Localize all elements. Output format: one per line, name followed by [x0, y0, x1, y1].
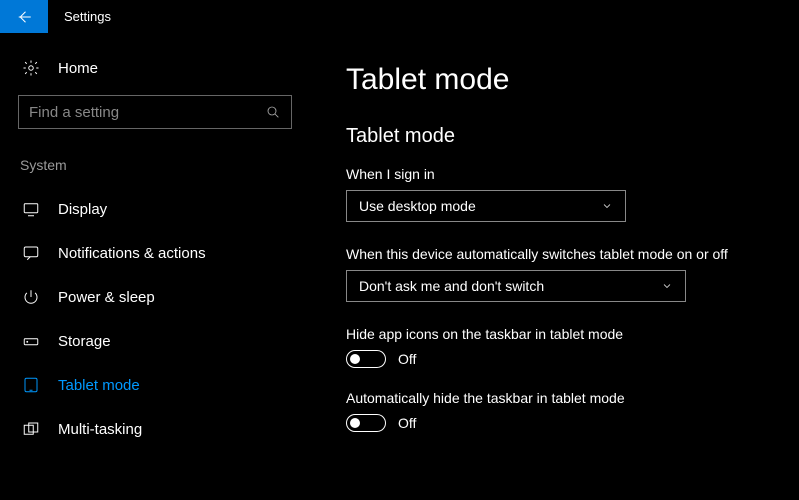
- hide-taskbar-toggle[interactable]: [346, 414, 386, 432]
- sidebar-item-label: Multi-tasking: [58, 421, 142, 438]
- titlebar: Settings: [0, 0, 799, 33]
- arrow-left-icon: [15, 8, 33, 26]
- home-button[interactable]: Home: [18, 53, 292, 95]
- sidebar-item-label: Notifications & actions: [58, 245, 206, 262]
- hide-icons-toggle[interactable]: [346, 350, 386, 368]
- sidebar-item-label: Power & sleep: [58, 289, 155, 306]
- search-icon: [265, 104, 281, 120]
- sidebar-item-power[interactable]: Power & sleep: [18, 275, 292, 319]
- monitor-icon: [22, 200, 40, 218]
- signin-value: Use desktop mode: [359, 198, 476, 214]
- section-label: System: [18, 157, 292, 173]
- hide-taskbar-label: Automatically hide the taskbar in tablet…: [346, 390, 779, 406]
- content-area: Tablet mode Tablet mode When I sign in U…: [310, 33, 799, 500]
- hide-icons-label: Hide app icons on the taskbar in tablet …: [346, 326, 779, 342]
- hide-icons-state: Off: [398, 351, 416, 367]
- multitask-icon: [22, 420, 40, 438]
- window-title: Settings: [48, 0, 111, 33]
- drive-icon: [22, 332, 40, 350]
- back-button[interactable]: [0, 0, 48, 33]
- sidebar-item-multitasking[interactable]: Multi-tasking: [18, 407, 292, 451]
- autoswitch-dropdown[interactable]: Don't ask me and don't switch: [346, 270, 686, 302]
- sidebar-item-notifications[interactable]: Notifications & actions: [18, 231, 292, 275]
- hide-taskbar-state: Off: [398, 415, 416, 431]
- sidebar-item-display[interactable]: Display: [18, 187, 292, 231]
- search-input[interactable]: [29, 104, 265, 121]
- sidebar-item-storage[interactable]: Storage: [18, 319, 292, 363]
- search-box[interactable]: [18, 95, 292, 129]
- autoswitch-value: Don't ask me and don't switch: [359, 278, 544, 294]
- sidebar-item-label: Tablet mode: [58, 377, 140, 394]
- power-icon: [22, 288, 40, 306]
- home-label: Home: [58, 60, 98, 77]
- sidebar-item-label: Display: [58, 201, 107, 218]
- chevron-down-icon: [601, 200, 613, 212]
- autoswitch-label: When this device automatically switches …: [346, 246, 779, 262]
- page-title: Tablet mode: [346, 63, 779, 97]
- section-title: Tablet mode: [346, 125, 779, 148]
- signin-label: When I sign in: [346, 166, 779, 182]
- chat-icon: [22, 244, 40, 262]
- signin-dropdown[interactable]: Use desktop mode: [346, 190, 626, 222]
- sidebar-item-tablet-mode[interactable]: Tablet mode: [18, 363, 292, 407]
- sidebar: Home System Display Notifications & acti…: [0, 33, 310, 500]
- tablet-icon: [22, 376, 40, 394]
- chevron-down-icon: [661, 280, 673, 292]
- gear-icon: [22, 59, 40, 77]
- sidebar-item-label: Storage: [58, 333, 111, 350]
